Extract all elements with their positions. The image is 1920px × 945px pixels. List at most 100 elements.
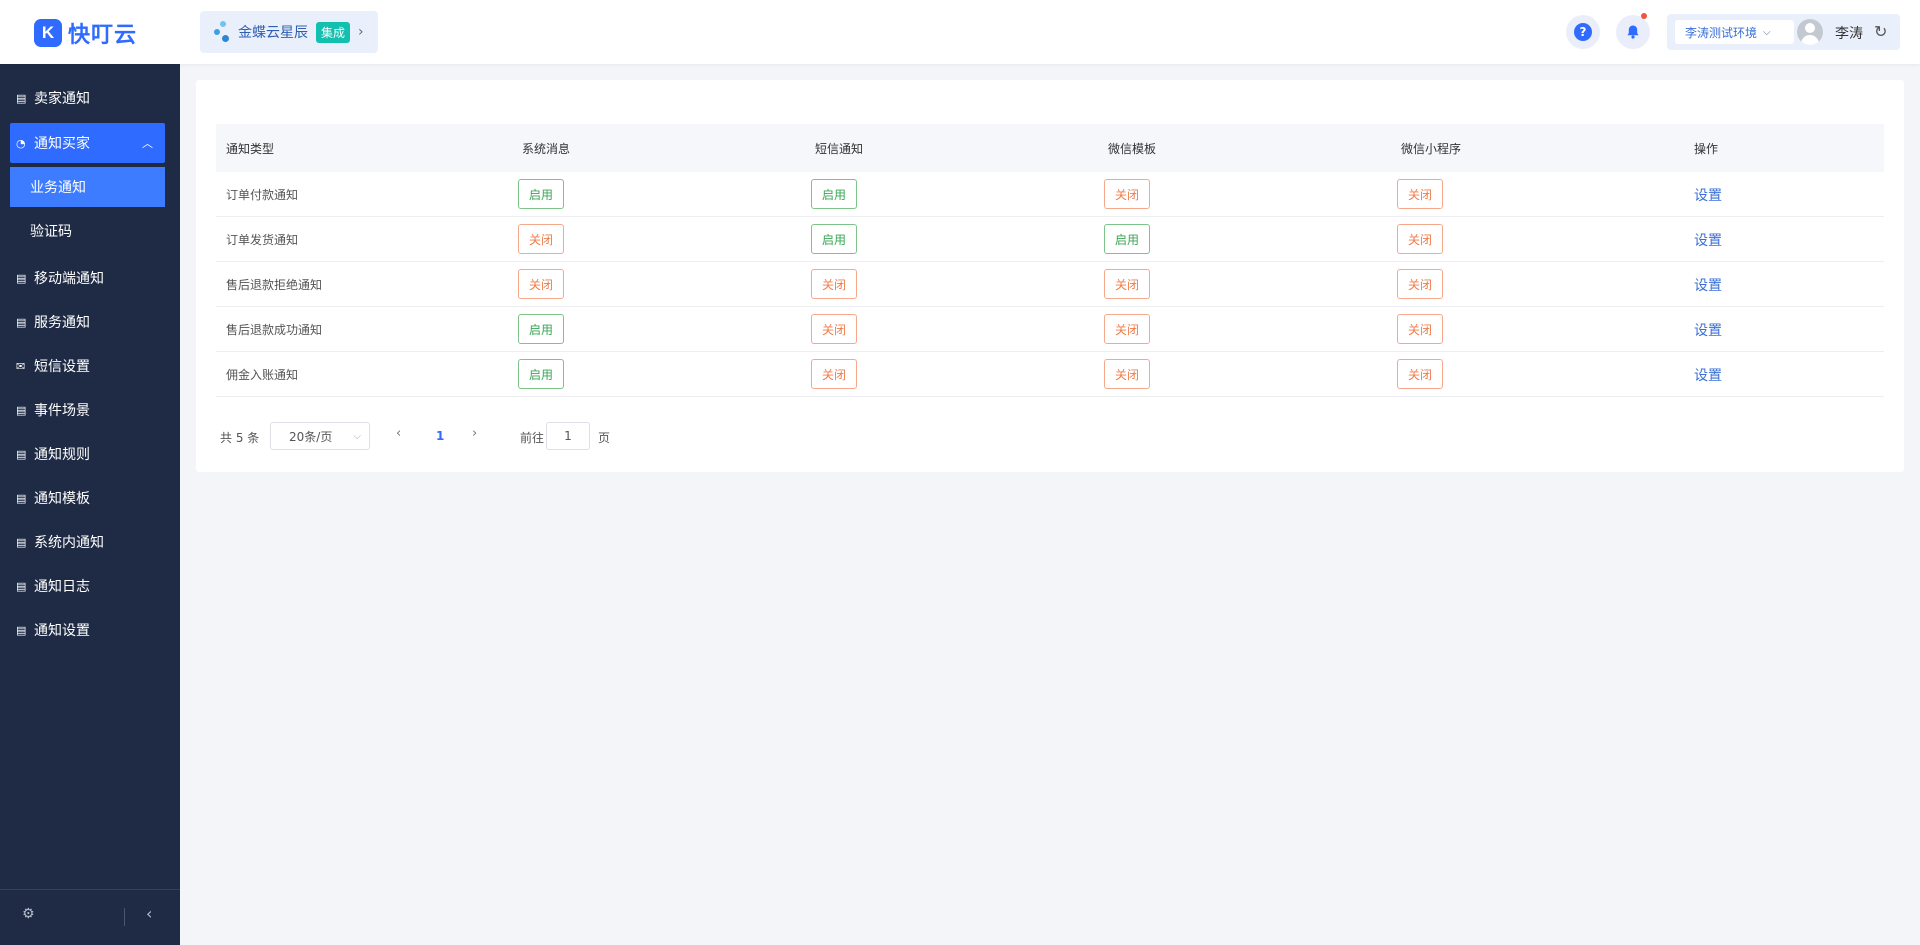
wechat-template-toggle[interactable]: 启用 <box>1104 224 1150 254</box>
user-panel: 李涛测试环境 ⌵ 李涛 ↻ <box>1667 14 1900 50</box>
chat-icon: ◔ <box>16 136 26 150</box>
goto-label: 前往 <box>520 431 545 445</box>
environment-label: 李涛测试环境 <box>1685 25 1758 40</box>
sidebar-subitem-business-notice[interactable]: 业务通知 <box>10 167 165 207</box>
sidebar-item-label: 服务通知 <box>34 315 90 331</box>
divider <box>124 908 125 926</box>
sidebar-item-label: 卖家通知 <box>34 91 90 107</box>
system-message-toggle[interactable]: 启用 <box>518 359 564 389</box>
wechat-template-toggle[interactable]: 关闭 <box>1104 314 1150 344</box>
gear-icon[interactable]: ⚙ <box>22 906 35 922</box>
table-row: 售后退款拒绝通知 关闭 关闭 关闭 关闭 设置 <box>216 262 1884 307</box>
sidebar-item-label: 移动端通知 <box>34 271 104 287</box>
sms-toggle[interactable]: 关闭 <box>811 359 857 389</box>
chevron-right-icon: › <box>358 24 364 40</box>
system-message-toggle[interactable]: 启用 <box>518 179 564 209</box>
sidebar-item-notify-buyer[interactable]: ◔ 通知买家 ︿ <box>10 123 165 163</box>
page-suffix: 页 <box>598 431 611 445</box>
help-icon: ? <box>1574 23 1592 41</box>
collapse-sidebar-icon[interactable]: ‹ <box>146 904 152 923</box>
sidebar-item-notice-logs[interactable]: ▤ 通知日志 <box>10 566 165 606</box>
wechat-template-toggle[interactable]: 关闭 <box>1104 359 1150 389</box>
table-header: 通知类型 系统消息 短信通知 微信模板 微信小程序 操作 <box>216 124 1884 172</box>
sidebar-footer: ⚙ ‹ <box>0 889 180 945</box>
sidebar-item-seller-notice[interactable]: ▤ 卖家通知 <box>10 78 165 118</box>
system-message-toggle[interactable]: 关闭 <box>518 224 564 254</box>
list-icon: ▤ <box>16 403 27 417</box>
sidebar-item-notice-templates[interactable]: ▤ 通知模板 <box>10 478 165 518</box>
next-page-button[interactable]: › <box>472 426 477 441</box>
wechat-template-toggle[interactable]: 关闭 <box>1104 269 1150 299</box>
prev-page-button[interactable]: ‹ <box>396 426 401 441</box>
product-name: 金蝶云星辰 <box>238 25 308 41</box>
logo-text: 快叮云 <box>68 23 138 48</box>
settings-link[interactable]: 设置 <box>1694 365 1722 385</box>
settings-link[interactable]: 设置 <box>1694 320 1722 340</box>
wechat-mini-toggle[interactable]: 关闭 <box>1397 314 1443 344</box>
app-logo[interactable]: K 快叮云 <box>34 17 137 49</box>
column-header: 通知类型 <box>226 142 275 156</box>
sms-toggle[interactable]: 启用 <box>811 224 857 254</box>
wechat-mini-toggle[interactable]: 关闭 <box>1397 179 1443 209</box>
chevron-down-icon: ⌵ <box>353 430 361 442</box>
column-header: 操作 <box>1694 142 1719 156</box>
wechat-template-toggle[interactable]: 关闭 <box>1104 179 1150 209</box>
top-header: K 快叮云 金蝶云星辰 集成 › ? 李涛测试环境 ⌵ 李涛 ↻ <box>0 0 1920 64</box>
list-icon: ▤ <box>16 315 27 329</box>
list-icon: ▤ <box>16 579 27 593</box>
system-message-toggle[interactable]: 关闭 <box>518 269 564 299</box>
sidebar-item-service-notice[interactable]: ▤ 服务通知 <box>10 302 165 342</box>
sidebar-item-label: 通知模板 <box>34 491 90 507</box>
wechat-mini-toggle[interactable]: 关闭 <box>1397 359 1443 389</box>
wechat-mini-toggle[interactable]: 关闭 <box>1397 224 1443 254</box>
chevron-down-icon: ⌵ <box>1763 26 1771 38</box>
sms-toggle[interactable]: 关闭 <box>811 314 857 344</box>
bell-icon <box>1627 25 1639 39</box>
notice-type: 订单发货通知 <box>226 233 299 247</box>
product-badge: 集成 <box>316 21 351 43</box>
wechat-mini-toggle[interactable]: 关闭 <box>1397 269 1443 299</box>
sidebar-item-label: 通知日志 <box>34 579 90 595</box>
avatar[interactable] <box>1797 19 1823 45</box>
column-header: 系统消息 <box>522 142 571 156</box>
list-icon: ▤ <box>16 447 27 461</box>
settings-link[interactable]: 设置 <box>1694 275 1722 295</box>
sidebar-item-label: 系统内通知 <box>34 535 104 551</box>
logo-mark-icon: K <box>34 19 62 47</box>
sidebar-item-event-scenes[interactable]: ▤ 事件场景 <box>10 390 165 430</box>
page-size-label: 20条/页 <box>289 429 333 444</box>
system-message-toggle[interactable]: 启用 <box>518 314 564 344</box>
list-icon: ▤ <box>16 535 27 549</box>
environment-select[interactable]: 李涛测试环境 ⌵ <box>1675 20 1794 44</box>
help-button[interactable]: ? <box>1566 15 1600 49</box>
sidebar-subitem-label: 业务通知 <box>30 180 86 196</box>
page-size-select[interactable]: 20条/页 ⌵ <box>270 422 370 450</box>
product-dots-icon <box>214 21 230 43</box>
sidebar-item-notice-settings[interactable]: ▤ 通知设置 <box>10 610 165 650</box>
sidebar-item-sms-settings[interactable]: ✉ 短信设置 <box>10 346 165 386</box>
refresh-icon[interactable]: ↻ <box>1874 22 1887 41</box>
sidebar-item-label: 短信设置 <box>34 359 90 375</box>
sidebar-item-mobile-notice[interactable]: ▤ 移动端通知 <box>10 258 165 298</box>
sidebar-subitem-verification-code[interactable]: 验证码 <box>10 211 165 251</box>
product-switcher[interactable]: 金蝶云星辰 集成 › <box>200 11 378 53</box>
sms-toggle[interactable]: 关闭 <box>811 269 857 299</box>
settings-link[interactable]: 设置 <box>1694 230 1722 250</box>
user-name[interactable]: 李涛 <box>1835 23 1863 43</box>
sidebar-item-notice-rules[interactable]: ▤ 通知规则 <box>10 434 165 474</box>
notice-type: 订单付款通知 <box>226 188 299 202</box>
sidebar-item-label: 通知规则 <box>34 447 90 463</box>
column-header: 微信模板 <box>1108 142 1157 156</box>
sms-toggle[interactable]: 启用 <box>811 179 857 209</box>
notification-button[interactable] <box>1616 13 1650 49</box>
list-icon: ▤ <box>16 491 27 505</box>
goto-page-input[interactable] <box>546 422 590 450</box>
sidebar-item-in-system-notice[interactable]: ▤ 系统内通知 <box>10 522 165 562</box>
chevron-up-icon: ︿ <box>142 137 153 150</box>
notification-dot <box>1641 13 1647 19</box>
current-page[interactable]: 1 <box>436 429 444 443</box>
mail-icon: ✉ <box>16 359 26 373</box>
notice-type: 佣金入账通知 <box>226 368 299 382</box>
sidebar: ▤ 卖家通知 ◔ 通知买家 ︿ 业务通知 验证码 ▤ 移动端通知 ▤ 服务通知 … <box>0 64 180 945</box>
settings-link[interactable]: 设置 <box>1694 185 1722 205</box>
